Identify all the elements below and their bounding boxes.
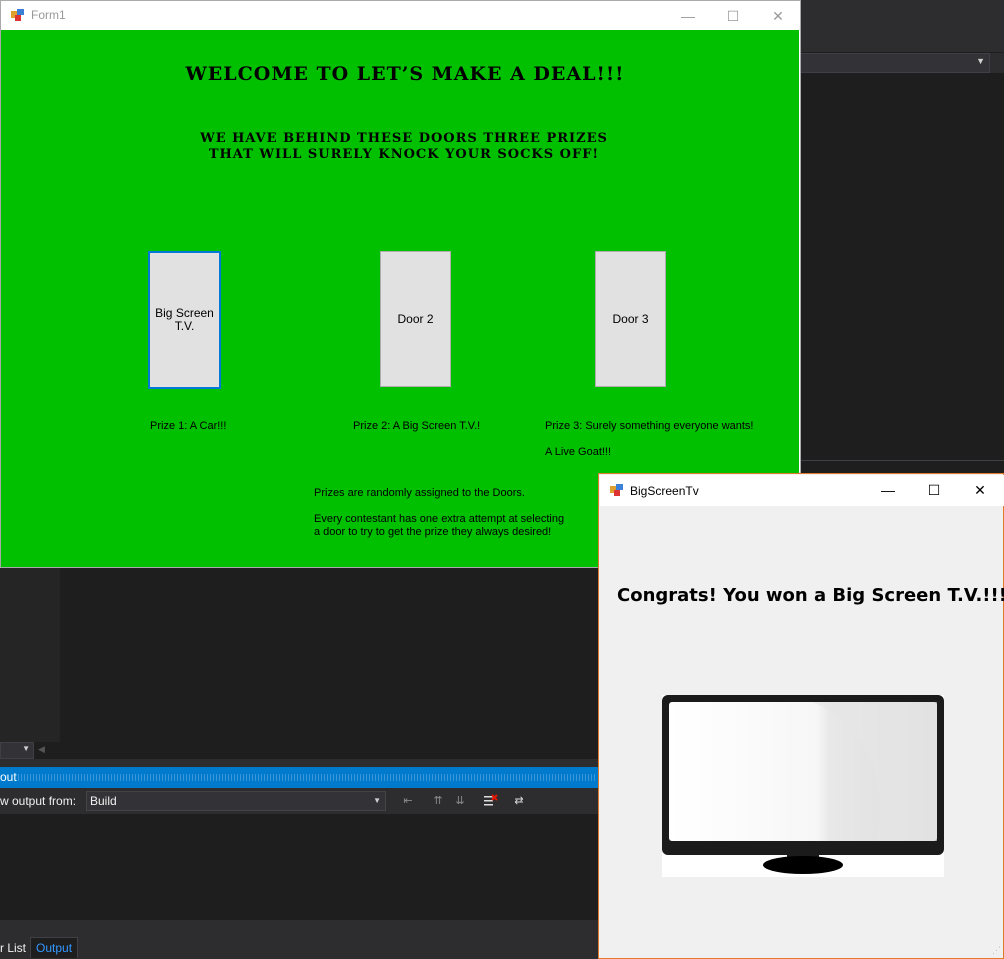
close-button[interactable]: ✕ — [957, 475, 1003, 505]
info-attempt-line-1: Every contestant has one extra attempt a… — [314, 513, 565, 525]
vs-divider — [800, 460, 1004, 461]
chevron-down-icon: ▼ — [976, 56, 985, 66]
window-title: Form1 — [31, 8, 66, 22]
vs-separator — [0, 759, 600, 767]
prize-3-label: Prize 3: Surely something everyone wants… — [545, 420, 754, 432]
subheading-line-2: that will surely knock your socks off! — [208, 147, 600, 162]
info-attempt-line-2: a door to try to get the prize they alwa… — [314, 526, 552, 538]
vs-combo-stub — [990, 53, 1004, 73]
clear-all-icon[interactable] — [482, 793, 498, 809]
titlebar-grip[interactable] — [18, 774, 596, 781]
chevron-down-icon: ▼ — [22, 744, 30, 753]
output-text-area[interactable] — [0, 814, 600, 920]
window-title: BigScreenTv — [630, 484, 699, 498]
next-message-icon[interactable]: ⇊ — [452, 793, 468, 809]
output-panel-title: out — [0, 770, 17, 784]
app-icon — [11, 9, 24, 21]
output-source-value: Build — [90, 794, 117, 808]
big-screen-tv-icon — [662, 695, 944, 874]
resize-grip[interactable]: ⋰ — [992, 945, 1001, 956]
vs-separator-bottom — [0, 920, 600, 937]
info-random-label: Prizes are randomly assigned to the Door… — [314, 487, 525, 499]
minimize-button[interactable]: — — [865, 475, 911, 505]
find-message-icon[interactable]: ⇤ — [400, 793, 416, 809]
subheading-line-1: We have behind these doors three prizes — [200, 131, 608, 146]
minimize-button[interactable]: — — [665, 1, 711, 31]
bottom-tab-strip — [0, 937, 600, 959]
prizes-subheading: We have behind these doors three prizes … — [0, 131, 808, 163]
maximize-button[interactable]: ☐ — [911, 475, 957, 505]
chevron-down-icon: ▼ — [373, 796, 381, 805]
door-2-label: Door 2 — [397, 311, 434, 326]
congrats-message: Congrats! You won a Big Screen T.V.!!! — [617, 585, 1004, 606]
door-3-button[interactable]: Door 3 — [595, 251, 666, 387]
show-output-from-label: w output from: — [0, 794, 77, 808]
bigscreentv-titlebar: BigScreenTv — ☐ ✕ — [600, 475, 1004, 506]
maximize-button[interactable]: ☐ — [710, 1, 756, 31]
vs-toolbar-strip — [800, 0, 1004, 52]
door-2-button[interactable]: Door 2 — [380, 251, 451, 387]
prev-message-icon[interactable]: ⇈ — [430, 793, 446, 809]
output-source-select[interactable]: Build ▼ — [86, 791, 386, 811]
vs-editor-area — [800, 74, 1004, 474]
close-button[interactable]: ✕ — [755, 1, 801, 31]
vs-member-combo[interactable]: ▼ — [800, 53, 990, 73]
prize-3-detail: A Live Goat!!! — [545, 446, 612, 458]
tv-picture — [662, 695, 944, 877]
vs-gutter — [0, 568, 60, 742]
door-1-label-line-2: T.V. — [174, 319, 195, 333]
welcome-heading: Welcome to Let’s Make a Deal!!! — [185, 63, 625, 85]
tab-output[interactable]: Output — [30, 937, 79, 958]
door-3-label: Door 3 — [612, 311, 649, 326]
tab-error-list[interactable]: r List — [0, 941, 26, 955]
prize-1-label: Prize 1: A Car!!! — [150, 420, 227, 432]
door-1-button[interactable]: Big Screen T.V. — [148, 251, 221, 389]
app-icon — [610, 484, 623, 496]
vs-editor-area-lower — [0, 568, 600, 742]
prize-2-label: Prize 2: A Big Screen T.V.! — [353, 420, 481, 432]
bigscreentv-window: BigScreenTv — ☐ ✕ Congrats! You won a Bi… — [598, 473, 1004, 959]
vs-zoom-combo[interactable]: ▼ — [0, 742, 34, 759]
word-wrap-icon[interactable]: ⇄ — [511, 793, 527, 809]
scroll-left-icon[interactable]: ◀ — [38, 744, 45, 755]
